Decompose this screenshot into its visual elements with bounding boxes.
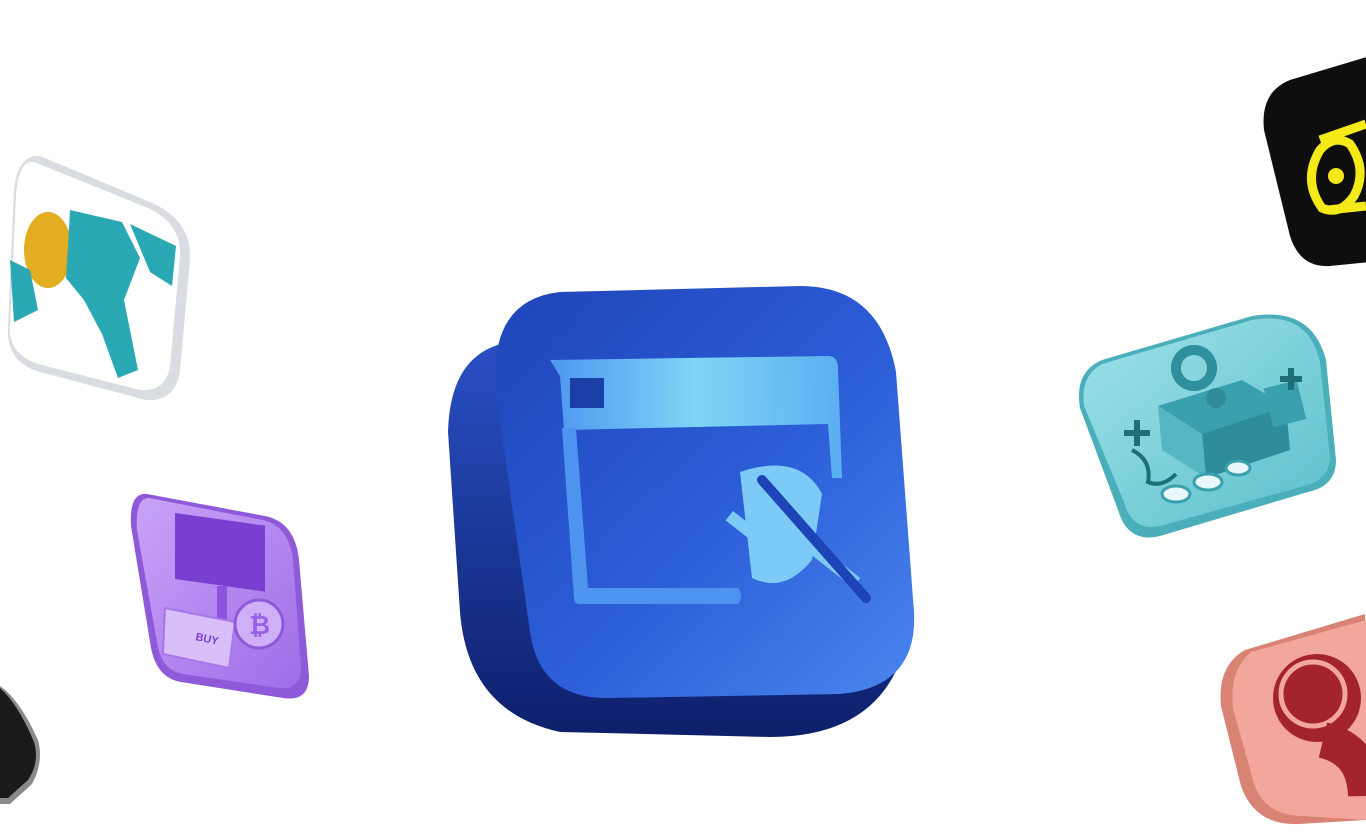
main-plugin-tile[interactable] <box>440 282 930 742</box>
megaphone-tile[interactable] <box>1250 40 1366 280</box>
blockchain-tile[interactable] <box>1072 310 1342 545</box>
dark-partial-tile[interactable] <box>0 680 50 810</box>
globe-tile[interactable] <box>0 150 200 410</box>
record-tile[interactable] <box>1215 610 1366 840</box>
crypto-tile[interactable]: BUY ₿ <box>125 490 320 705</box>
bitcoin-icon: ₿ <box>249 611 270 641</box>
